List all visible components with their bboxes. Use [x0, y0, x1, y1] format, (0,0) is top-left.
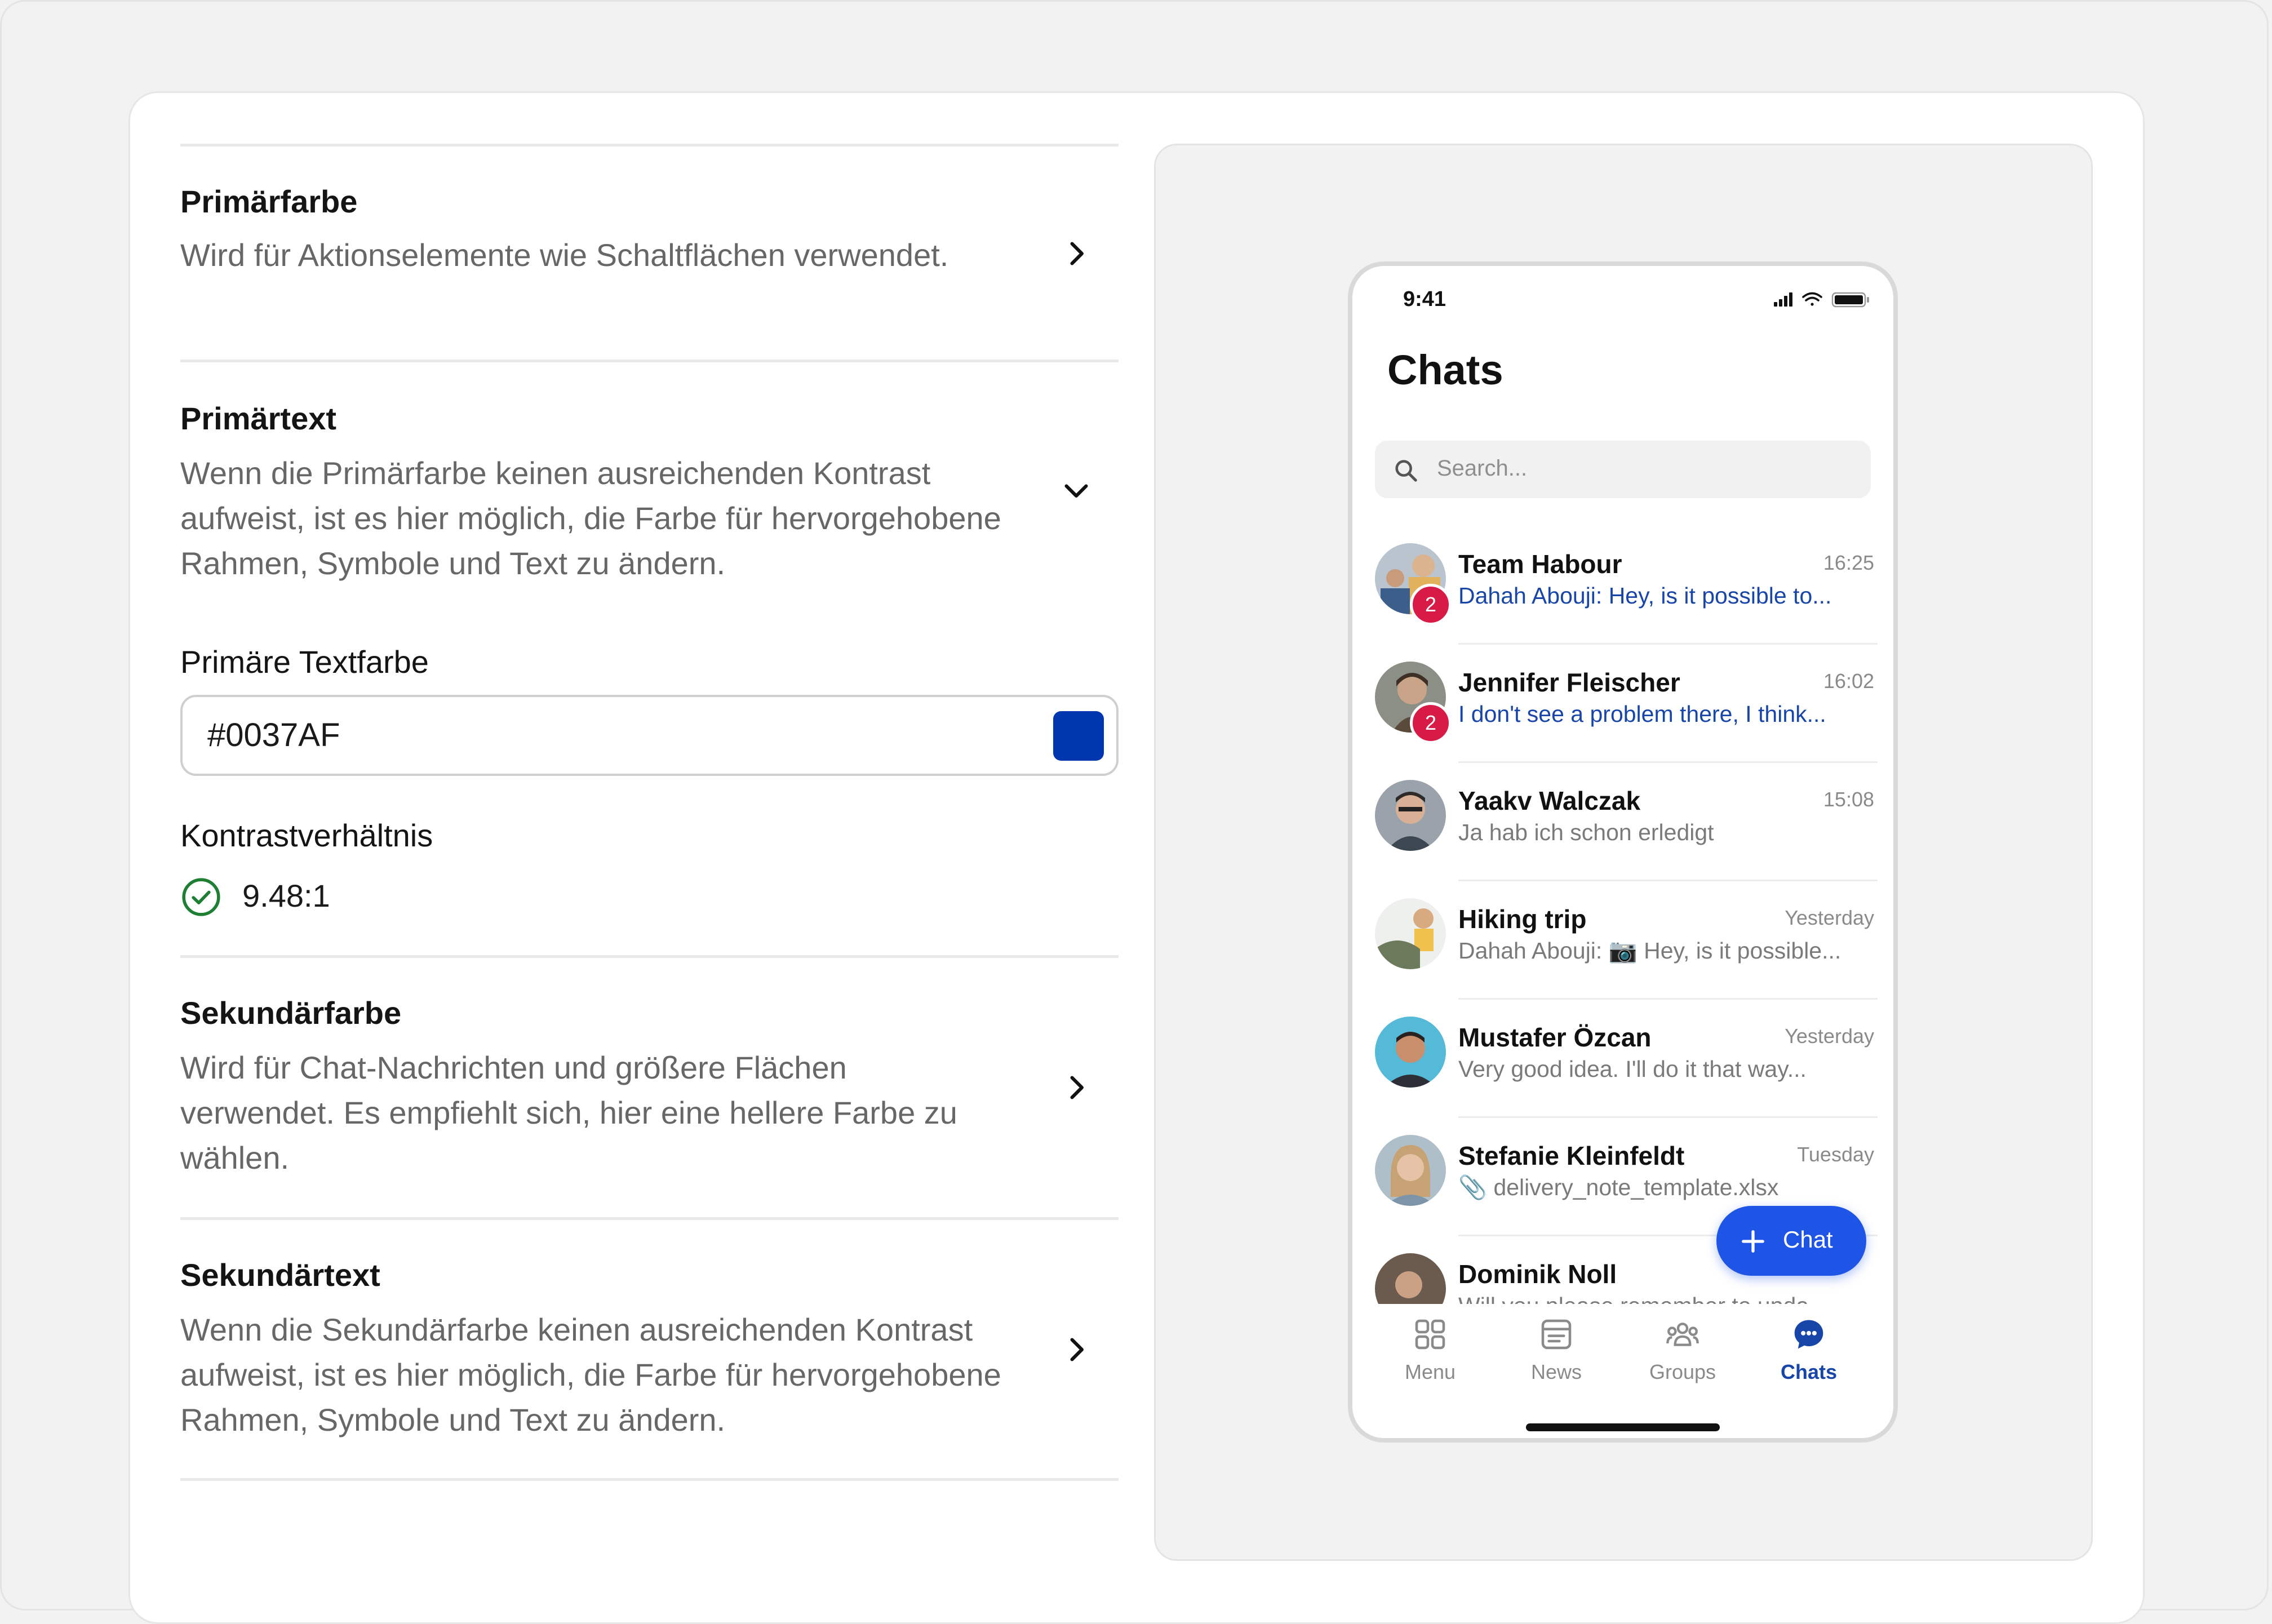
setting-description: Wenn die Primärfarbe keinen ausreichende…	[180, 455, 1001, 581]
news-icon	[1541, 1319, 1572, 1350]
tab-label: Groups	[1649, 1360, 1716, 1383]
chat-preview: Dahah Abouji: Hey, is it possible to...	[1458, 583, 1832, 609]
text-color-input[interactable]: #0037AF	[180, 695, 1119, 776]
chat-row[interactable]: Yaakv Walczak 15:08 Ja hab ich schon erl…	[1352, 763, 1893, 881]
chat-name: Hiking trip	[1458, 904, 1587, 934]
avatar	[1375, 780, 1446, 851]
bottom-tab-bar: Menu News Groups Chats	[1352, 1304, 1893, 1438]
avatar	[1375, 898, 1446, 969]
signal-icon	[1774, 292, 1792, 307]
divider	[180, 144, 1119, 147]
chat-time: Yesterday	[1785, 906, 1874, 929]
setting-title: Primärtext	[180, 401, 337, 436]
setting-title: Sekundärfarbe	[180, 995, 402, 1031]
chat-name: Stefanie Kleinfeldt	[1458, 1141, 1685, 1170]
search-icon	[1395, 460, 1417, 482]
contrast-label: Kontrastverhältnis	[180, 818, 433, 853]
setting-title: Sekundärtext	[180, 1257, 380, 1293]
status-bar-icons	[1774, 292, 1869, 308]
search-field[interactable]: Search...	[1375, 441, 1871, 498]
text-color-label: Primäre Textfarbe	[180, 644, 429, 680]
chat-name: Jennifer Fleischer	[1458, 668, 1680, 697]
contrast-ratio-value: 9.48:1	[242, 878, 330, 913]
chat-preview: Dahah Abouji: 📷 Hey, is it possible...	[1458, 938, 1841, 964]
new-chat-button[interactable]: Chat	[1716, 1206, 1866, 1276]
unread-badge: 2	[1410, 702, 1452, 744]
phone-mockup: 9:41 Chats Search... 2 Team Habour 16:25…	[1348, 261, 1898, 1443]
setting-description: Wird für Aktionselemente wie Schaltfläch…	[180, 237, 949, 273]
chat-time: 15:08	[1823, 788, 1874, 811]
chat-row[interactable]: Mustafer Özcan Yesterday Very good idea.…	[1352, 1000, 1893, 1118]
wifi-icon	[1802, 292, 1822, 306]
chat-row[interactable]: 2 Team Habour 16:25 Dahah Abouji: Hey, i…	[1352, 526, 1893, 645]
chat-row[interactable]: Hiking trip Yesterday Dahah Abouji: 📷 He…	[1352, 881, 1893, 1000]
avatar	[1375, 1017, 1446, 1088]
chat-time: 16:25	[1823, 551, 1874, 574]
color-swatch[interactable]	[1053, 711, 1104, 761]
setting-description: Wenn die Sekundärfarbe keinen ausreichen…	[180, 1312, 1001, 1437]
tab-chats[interactable]: Chats	[1752, 1316, 1865, 1395]
chat-bubble-icon	[1794, 1320, 1823, 1349]
chat-preview: I don't see a problem there, I think...	[1458, 701, 1826, 727]
battery-icon	[1831, 292, 1869, 308]
chevron-right-icon[interactable]	[1059, 1071, 1093, 1104]
tab-menu[interactable]: Menu	[1374, 1316, 1486, 1395]
divider	[180, 360, 1119, 362]
chat-name: Yaakv Walczak	[1458, 786, 1641, 815]
setting-description: Wird für Chat-Nachrichten und größere Fl…	[180, 1050, 957, 1175]
chat-preview: Very good idea. I'll do it that way...	[1458, 1056, 1807, 1082]
chat-name: Mustafer Özcan	[1458, 1023, 1652, 1052]
new-chat-label: Chat	[1783, 1226, 1833, 1253]
groups-icon	[1666, 1323, 1699, 1346]
check-circle-icon	[182, 878, 220, 916]
chat-time: Tuesday	[1797, 1143, 1874, 1166]
divider	[180, 1478, 1119, 1481]
tab-news[interactable]: News	[1500, 1316, 1613, 1395]
chats-heading: Chats	[1387, 347, 1503, 393]
chat-row[interactable]: 2 Jennifer Fleischer 16:02 I don't see a…	[1352, 645, 1893, 763]
setting-title: Primärfarbe	[180, 184, 358, 219]
status-time: 9:41	[1403, 287, 1446, 311]
grid-icon	[1415, 1319, 1445, 1350]
tab-label: Chats	[1780, 1360, 1838, 1383]
avatar	[1375, 1135, 1446, 1206]
home-indicator	[1526, 1423, 1720, 1431]
chat-time: 16:02	[1823, 669, 1874, 693]
divider	[180, 1217, 1119, 1220]
divider	[180, 955, 1119, 958]
plus-icon	[1742, 1230, 1764, 1253]
search-placeholder: Search...	[1437, 456, 1528, 481]
tab-label: Menu	[1404, 1360, 1456, 1383]
unread-badge: 2	[1410, 584, 1452, 625]
chevron-right-icon[interactable]	[1059, 237, 1093, 270]
chat-time: Yesterday	[1785, 1024, 1874, 1048]
chat-name: Dominik Noll	[1458, 1259, 1617, 1289]
chevron-right-icon[interactable]	[1059, 1333, 1093, 1366]
tab-groups[interactable]: Groups	[1626, 1316, 1739, 1395]
tab-label: News	[1530, 1360, 1582, 1383]
text-color-value[interactable]: #0037AF	[207, 716, 340, 754]
chevron-down-icon[interactable]	[1059, 473, 1093, 507]
chat-name: Team Habour	[1458, 549, 1622, 579]
chat-preview: Ja hab ich schon erledigt	[1458, 819, 1714, 845]
chat-preview: 📎 delivery_note_template.xlsx	[1458, 1174, 1779, 1200]
